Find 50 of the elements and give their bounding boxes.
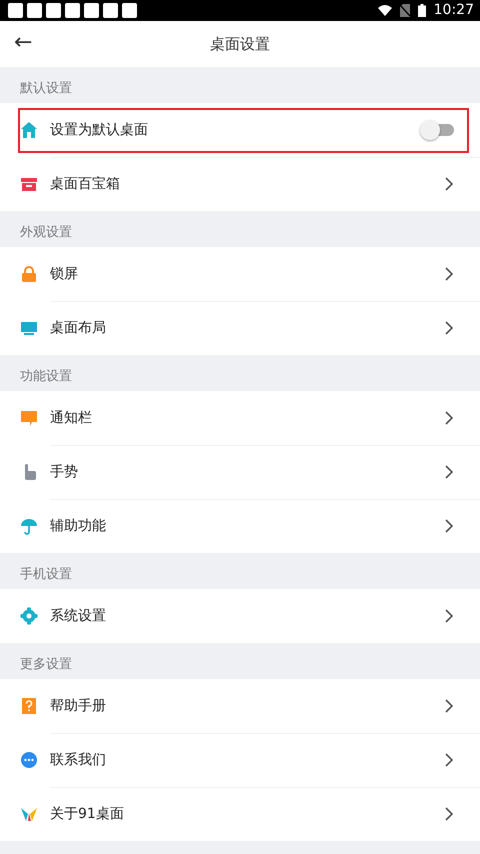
- settings-row[interactable]: 系统设置: [0, 589, 480, 643]
- chat-bubble-icon: [20, 409, 38, 427]
- settings-row[interactable]: 联系我们: [0, 733, 480, 787]
- monitor-icon: [20, 319, 38, 337]
- settings-row[interactable]: 锁屏: [0, 247, 480, 301]
- settings-row[interactable]: 关于91桌面: [0, 787, 480, 841]
- back-button[interactable]: ←: [10, 28, 36, 58]
- chat-dots-icon: [20, 751, 38, 769]
- settings-row[interactable]: 设置为默认桌面: [0, 103, 480, 157]
- notification-icon: [103, 3, 118, 18]
- clock: 10:27: [434, 1, 474, 20]
- gear-icon: [20, 607, 38, 625]
- notification-icon: [46, 3, 61, 18]
- chevron-icon: [444, 609, 454, 623]
- notification-icon: [84, 3, 99, 18]
- notification-icon: [27, 3, 42, 18]
- section-header: 手机设置: [20, 567, 72, 582]
- chevron-icon: [444, 177, 454, 191]
- notification-icon: [122, 3, 137, 18]
- chevron-icon: [444, 753, 454, 767]
- settings-row[interactable]: 帮助手册: [0, 679, 480, 733]
- chevron-icon: [444, 519, 454, 533]
- battery-icon: [418, 4, 426, 17]
- section-header: 更多设置: [20, 657, 72, 672]
- no-sim-icon: [400, 4, 410, 17]
- notification-icon: [8, 3, 23, 18]
- section-header: 外观设置: [20, 225, 72, 240]
- settings-row[interactable]: 辅助功能: [0, 499, 480, 553]
- chevron-icon: [444, 321, 454, 335]
- settings-row[interactable]: 桌面布局: [0, 301, 480, 355]
- chevron-icon: [444, 699, 454, 713]
- chevron-icon: [444, 267, 454, 281]
- chevron-icon: [444, 807, 454, 821]
- notification-icon: [65, 3, 80, 18]
- section-header: 默认设置: [20, 81, 72, 96]
- chevron-icon: [444, 411, 454, 425]
- chevron-icon: [444, 465, 454, 479]
- page-title: 桌面设置: [210, 34, 270, 55]
- toggle-switch[interactable]: [420, 120, 454, 140]
- umbrella-icon: [20, 517, 38, 535]
- settings-row[interactable]: 手势: [0, 445, 480, 499]
- settings-row[interactable]: 桌面百宝箱: [0, 157, 480, 211]
- drawer-icon: [20, 175, 38, 193]
- help-icon: [20, 697, 38, 715]
- butterfly-icon: [20, 805, 38, 823]
- wifi-icon: [378, 5, 392, 16]
- padlock-icon: [20, 265, 38, 283]
- section-header: 功能设置: [20, 369, 72, 384]
- settings-row[interactable]: 通知栏: [0, 391, 480, 445]
- house-icon: [20, 121, 38, 139]
